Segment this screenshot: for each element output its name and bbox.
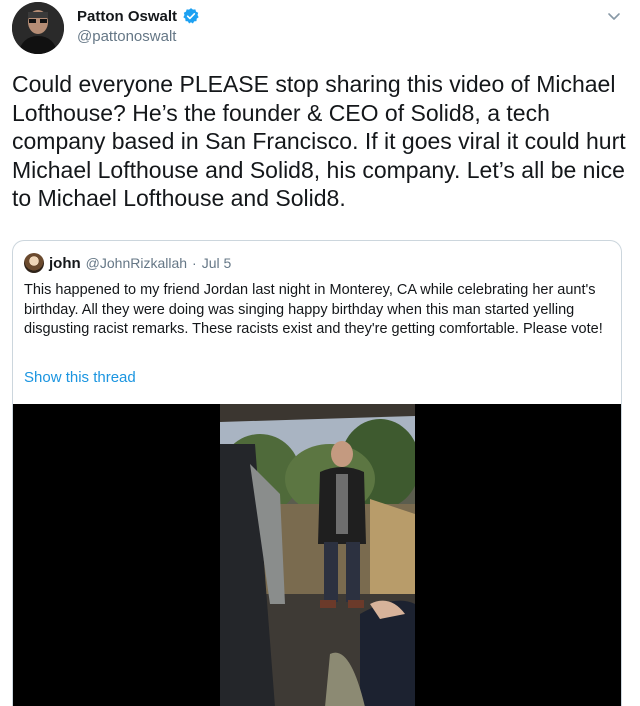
tweet-text: Could everyone PLEASE stop sharing this …	[12, 71, 626, 212]
video-frame	[220, 404, 415, 706]
quoted-handle: @JohnRizkallah	[85, 255, 188, 271]
quoted-tweet[interactable]: john @JohnRizkallah · Jul 5 This happene…	[12, 240, 622, 706]
video-player[interactable]	[13, 404, 621, 706]
author-handle[interactable]: @pattonoswalt	[77, 28, 200, 45]
show-thread-link[interactable]: Show this thread	[24, 369, 136, 386]
quoted-avatar	[24, 253, 44, 273]
quoted-header: john @JohnRizkallah · Jul 5	[24, 253, 231, 273]
quoted-text: This happened to my friend Jordan last n…	[24, 282, 603, 337]
author-name[interactable]: Patton Oswalt	[77, 8, 177, 25]
author-block: Patton Oswalt @pattonoswalt	[77, 7, 200, 45]
video-still-image	[220, 404, 415, 706]
chevron-down-icon[interactable]	[606, 8, 622, 24]
quoted-date: Jul 5	[201, 255, 232, 271]
quoted-name: john	[49, 254, 81, 272]
tweet-card: Patton Oswalt @pattonoswalt Could everyo…	[0, 0, 640, 706]
quoted-separator: ·	[192, 255, 197, 271]
verified-badge-icon	[183, 8, 199, 24]
author-avatar[interactable]	[12, 2, 64, 54]
avatar-photo-icon	[12, 2, 64, 54]
